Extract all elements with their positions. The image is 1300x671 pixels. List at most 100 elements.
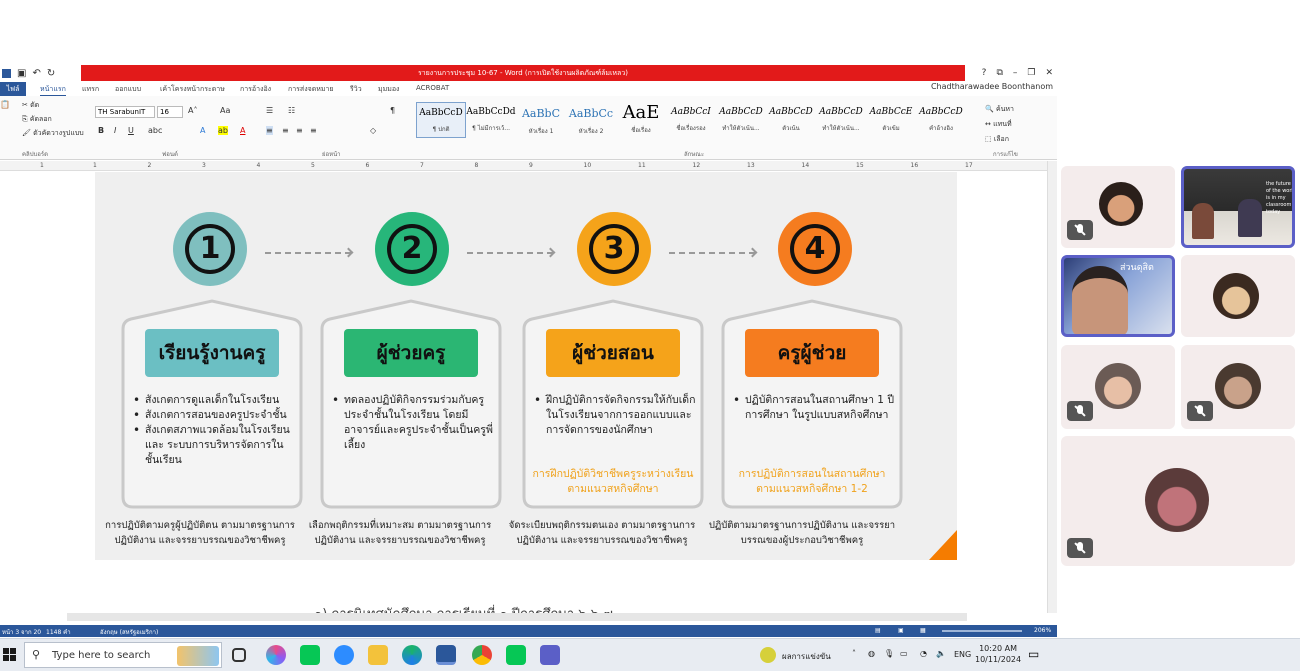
task-view-icon[interactable] [232,648,246,662]
copy-button[interactable]: ⎘ คัดลอก [22,114,52,125]
battery-icon[interactable]: ▭ [900,649,908,658]
highlight-icon[interactable]: ab [218,126,228,135]
line-app-2-icon[interactable] [506,645,526,665]
grow-font-icon[interactable]: A˄ [188,106,197,115]
tab-mailings[interactable]: การส่งจดหมาย [288,84,334,95]
video-tile-participant-4[interactable] [1181,255,1295,337]
tab-view[interactable]: มุมมอง [378,84,399,95]
word-count[interactable]: 1148 คำ [46,627,71,637]
redo-icon[interactable]: ↻ [47,68,55,79]
undo-icon[interactable]: ↶ [32,68,40,79]
align-center-icon[interactable]: ≡ [282,126,289,135]
tab-references[interactable]: การอ้างอิง [240,84,271,95]
read-mode-icon[interactable]: ▤ [875,627,881,634]
file-explorer-icon[interactable] [368,645,388,665]
teams-icon[interactable] [540,645,560,665]
print-layout-icon[interactable]: ▣ [898,627,904,634]
justify-icon[interactable]: ≡ [310,126,317,135]
tray-chevron-icon[interactable]: ˄ [852,649,856,658]
video-tile-participant-classroom[interactable]: the future of the world is in my classro… [1181,166,1295,248]
strikethrough-button[interactable]: abc [148,126,162,135]
zoom-level[interactable]: 206% [1034,627,1051,634]
save-icon[interactable]: ▣ [17,68,26,79]
font-name-select[interactable]: TH SarabunIT [95,106,155,118]
text-effects-icon[interactable]: A [200,126,205,135]
video-tile-participant-7[interactable] [1061,436,1295,566]
style-item[interactable]: AaBbC หัวเรื่อง 1 [516,102,566,138]
language-indicator[interactable]: อังกฤษ (สหรัฐอเมริกา) [100,627,158,637]
minimize-icon[interactable]: – [1013,68,1018,78]
weather-icon[interactable] [760,647,776,663]
underline-button[interactable]: U [128,126,134,135]
tab-layout[interactable]: เค้าโครงหน้ากระดาษ [160,84,225,95]
style-item[interactable]: AaBbCc หัวเรื่อง 2 [566,102,616,138]
video-tile-participant-5[interactable] [1061,345,1175,429]
tab-acrobat[interactable]: ACROBAT [416,84,449,92]
italic-button[interactable]: I [114,126,116,135]
windows-start-icon[interactable] [3,648,17,662]
style-item[interactable]: AaBbCcE ตัวเข้ม [866,102,916,138]
word-taskbar-icon[interactable] [436,645,456,665]
align-left-icon[interactable]: ≡ [266,126,273,135]
tab-review[interactable]: รีวิว [350,84,362,95]
show-marks-icon[interactable]: ¶ [390,106,395,115]
chrome-icon[interactable] [472,645,492,665]
numbering-icon[interactable]: ☷ [288,106,295,115]
format-painter-button[interactable]: 🖌 ตัวคัดวางรูปแบบ [22,128,84,139]
input-language[interactable]: ENG [954,650,971,659]
style-item[interactable]: AaBbCcDd ¶ ไม่มีการเว้... [466,102,516,138]
page-count[interactable]: หน้า 3 จาก 20 [2,627,41,637]
vertical-scrollbar[interactable] [1047,161,1057,613]
notifications-icon[interactable]: ▭ [1028,647,1039,661]
style-item[interactable]: AaBbCcD ทำให้ตัวเน้น... [716,102,766,138]
tab-file[interactable]: ไฟล์ [0,82,26,96]
find-button[interactable]: 🔍 ค้นหา [985,102,1014,117]
microphone-icon[interactable]: 🎙 [884,649,894,658]
horizontal-scrollbar[interactable] [67,613,967,621]
bold-button[interactable]: B [98,126,104,135]
align-right-icon[interactable]: ≡ [296,126,303,135]
style-sample: AaBbCcD [769,107,813,117]
document-canvas[interactable]: 1 เรียนรู้งานครูสังเกตการดูแลเด็กในโรงเรี… [0,172,1047,625]
replace-button[interactable]: ↔ แทนที่ [985,117,1014,132]
zoom-app-icon[interactable] [334,645,354,665]
style-item[interactable]: AaBbCcD คำอ้างอิง [916,102,966,138]
signed-in-user[interactable]: Chadtharawadee Boonthanom [931,82,1053,91]
weather-text[interactable]: ผลการแข่งขัน [782,650,831,663]
wifi-icon[interactable]: ◔ [920,649,927,658]
horizontal-ruler[interactable]: 1 1 2 3 4 5 6 7 8 9 10 11 12 13 14 15 16 17 [0,161,1047,171]
font-color-icon[interactable]: A [240,126,245,135]
network-icon[interactable]: ◍ [868,649,875,658]
close-icon[interactable]: ✕ [1045,68,1053,78]
taskbar-search-box[interactable]: ⚲ Type here to search [24,642,222,668]
video-tile-participant-6[interactable] [1181,345,1295,429]
copilot-icon[interactable] [266,645,286,665]
style-item[interactable]: AaBbCcD ตัวเน้น [766,102,816,138]
tab-design[interactable]: ออกแบบ [115,84,141,95]
video-tile-participant-1[interactable] [1061,166,1175,248]
style-item[interactable]: AaBbCcI ชื่อเรื่องรอง [666,102,716,138]
help-icon[interactable]: ? [982,68,987,78]
font-size-select[interactable]: 16 [157,106,183,118]
system-clock[interactable]: 10:20 AM 10/11/2024 [975,643,1021,665]
ruler-tick: 7 [420,162,424,169]
style-item[interactable]: AaBbCcD ทำให้ตัวเน้น... [816,102,866,138]
volume-icon[interactable]: 🔈 [936,649,946,658]
style-item[interactable]: AaE ชื่อเรื่อง [616,102,666,138]
web-layout-icon[interactable]: ▦ [920,627,926,634]
bullets-icon[interactable]: ☰ [266,106,273,115]
paste-icon[interactable]: 📋 [0,100,10,109]
line-app-icon[interactable] [300,645,320,665]
change-case-icon[interactable]: Aa [220,106,230,115]
shading-icon[interactable]: ◇ [370,126,376,135]
video-tile-participant-3[interactable]: ส่วนดุสิต [1061,255,1175,337]
zoom-slider[interactable] [942,630,1022,632]
style-item[interactable]: AaBbCcD ¶ ปกติ [416,102,466,138]
cut-button[interactable]: ✂ ตัด [22,100,39,111]
ribbon-display-icon[interactable]: ⧉ [996,68,1002,78]
edge-icon[interactable] [402,645,422,665]
select-button[interactable]: ⬚ เลือก [985,132,1014,147]
tab-insert[interactable]: แทรก [82,84,99,95]
step-card: ผู้ช่วยสอนฝึกปฏิบัติการจัดกิจกรรมให้กับเ… [522,297,704,509]
restore-icon[interactable]: ❐ [1027,68,1035,78]
